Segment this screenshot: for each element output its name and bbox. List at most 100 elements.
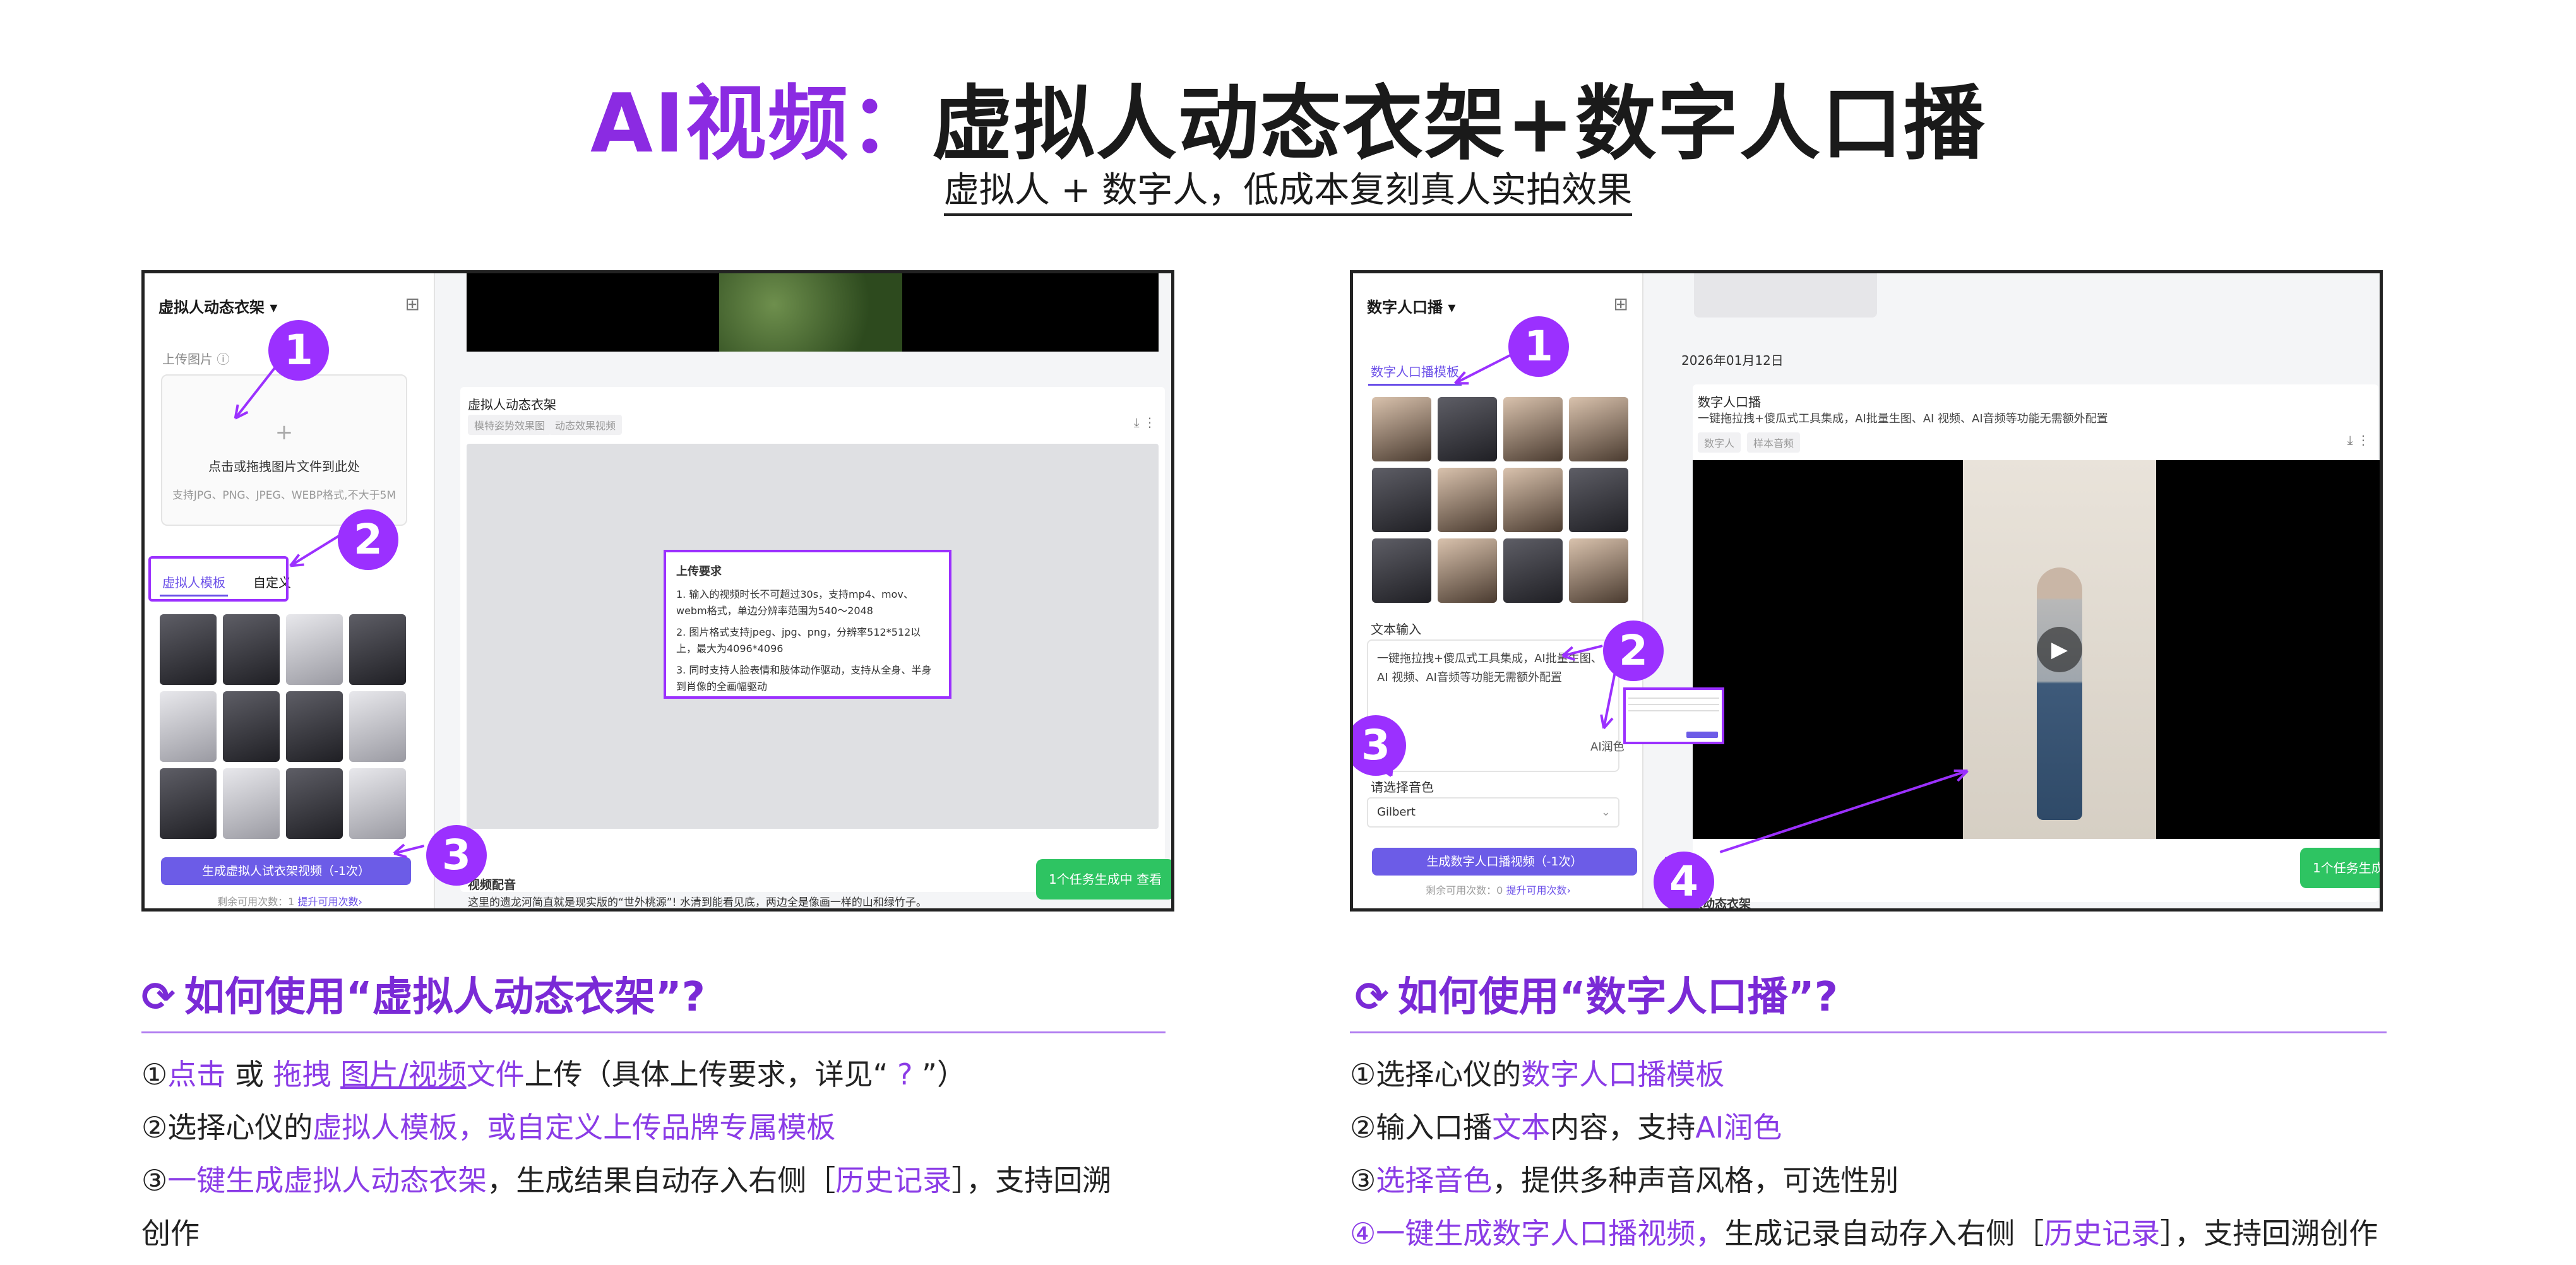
upload-label: 上传图片 ⓘ [162,352,230,367]
template-thumbnail[interactable] [223,768,280,839]
template-thumbnail[interactable] [1372,538,1431,603]
refresh-icon: ⟳ [1355,974,1389,1021]
upgrade-link[interactable]: 提升可用次数› [1506,884,1570,896]
grid-icon[interactable]: ⊞ [405,294,420,314]
sidebar-title-dropdown[interactable]: 数字人口播 ▾ [1367,295,1455,317]
title-accent: AI视频： [590,77,932,171]
template-thumbnail[interactable] [286,768,343,839]
template-thumbnail[interactable] [160,691,217,762]
step-badge-2: 2 [338,509,398,570]
video-player[interactable]: ▶ [1693,460,2380,839]
step-highlight: 选择音色 [1376,1163,1493,1197]
left-step-2: ②选择心仪的虚拟人模板，或自定义上传品牌专属模板 [141,1101,1177,1154]
left-heading-text: 如何使用“虚拟人动态衣架”? [184,974,705,1021]
step-highlight: 一键生成虚拟人动态衣架 [167,1163,487,1197]
sidebar-title-dropdown[interactable]: 虚拟人动态衣架 ▾ [158,295,277,317]
presenter-figure [2037,567,2082,820]
template-thumbnail[interactable] [223,614,280,685]
popup-confirm-button[interactable] [1686,732,1718,738]
step-highlight: 历史记录 [835,1163,952,1197]
template-thumbnail[interactable] [1438,468,1497,532]
step-text: 上传（具体上传要求，详见“ [524,1057,888,1091]
left-step-3: ③一键生成虚拟人动态衣架，生成结果自动存入右侧［历史记录］，支持回溯 [141,1154,1177,1207]
step-badge-3: 3 [426,825,487,886]
step-badge-1: 1 [268,320,329,381]
step-highlight: 图片/视频 [340,1057,467,1091]
generate-digital-video-button[interactable]: 生成数字人口播视频（-1次） [1372,848,1637,876]
grid-icon[interactable]: ⊞ [1614,294,1628,314]
template-thumbnail[interactable] [160,768,217,839]
task-status-pill[interactable]: 1个任务生成中 查看 [2300,848,2380,888]
template-thumbnail[interactable] [160,614,217,685]
upload-requirements-popup: 上传要求 1. 输入的视频时长不可超过30s，支持mp4、mov、webm格式，… [664,550,951,699]
requirement-item: 3. 同时支持人脸表情和肢体动作驱动，支持从全身、半身到肖像的全画幅驱动 [676,664,932,692]
play-icon[interactable]: ▶ [2037,627,2082,672]
left-divider [141,1031,1166,1033]
ai-polish-button[interactable]: AI润色 [1590,738,1625,754]
template-thumbnail[interactable] [349,768,406,839]
dubbing-text: 这里的遗龙河简直就是现实版的“世外桃源”! 水清到能看见底，两边全是像画一样的山… [468,896,927,909]
step-highlight: 数字人口播模板 [1521,1057,1725,1091]
right-screenshot: 数字人口播 ▾ ⊞ 数字人口播模板 文本输入 一键拖拉拽+傻瓜式工具集成，AI批… [1350,270,2383,912]
download-more-icons[interactable]: ⤓ ⋮ [1134,415,1156,430]
requirement-item: 2. 图片格式支持jpeg、jpg、png，分辨率512*512以上，最大为40… [676,626,921,655]
step-highlight: 文本 [1492,1110,1551,1144]
template-thumbnail[interactable] [349,614,406,685]
pill-dynamic-video[interactable]: 动态效果视频 [549,415,623,435]
pill-digital-human[interactable]: 数字人 [1698,432,1741,453]
step-highlight: 文件 [466,1057,525,1091]
step-badge-4: 4 [1654,852,1714,908]
template-thumbnail[interactable] [1503,468,1563,532]
template-thumbnail[interactable] [1372,468,1431,532]
left-screenshot: 虚拟人动态衣架 ▾ ⊞ 上传图片 ⓘ + 点击或拖拽图片文件到此处 支持JPG、… [141,270,1174,912]
title-main: 虚拟人动态衣架+数字人口播 [931,77,1986,171]
left-step-3-cont: 创作 [141,1216,200,1250]
template-tabs: 数字人口播模板 [1368,358,1462,386]
template-thumbnail[interactable] [1569,468,1628,532]
step-highlight: ? [888,1057,922,1091]
step-text: ”） [922,1057,966,1091]
task-status-pill[interactable]: 1个任务生成中 查看 [1036,859,1171,900]
pill-pose-image[interactable]: 模特姿势效果图 [468,415,552,435]
right-step-1: ①选择心仪的数字人口播模板 [1350,1048,2436,1101]
template-thumbnail[interactable] [223,691,280,762]
right-step-3: ③选择音色，提供多种声音风格，可选性别 [1350,1154,2436,1207]
template-thumbnail[interactable] [286,691,343,762]
template-thumbnail[interactable] [1438,538,1497,603]
template-thumbnail[interactable] [349,691,406,762]
download-more-icons[interactable]: ⤓ ⋮ [2347,432,2370,448]
step-text: ③ [141,1163,168,1197]
generate-virtual-video-button[interactable]: 生成虚拟人试衣架视频（-1次） [161,857,411,885]
right-sidebar: 数字人口播 ▾ ⊞ 数字人口播模板 文本输入 一键拖拉拽+傻瓜式工具集成，AI批… [1353,273,1643,908]
tab-digital-template[interactable]: 数字人口播模板 [1368,358,1462,386]
right-divider [1350,1031,2387,1033]
template-thumbnail[interactable] [1438,397,1497,461]
previous-result-thumb [1694,273,1877,318]
popup-line [1628,698,1719,699]
right-step-2: ②输入口播文本内容，支持AI润色 [1350,1101,2436,1154]
tab-highlight-box [148,556,289,602]
ai-polish-popup[interactable] [1623,687,1724,744]
voice-label: 请选择音色 [1371,780,1434,795]
card-title: 虚拟人动态衣架 [468,397,556,412]
voice-select[interactable]: Gilbert ⌄ [1367,797,1619,828]
step-text: ，提供多种声音风格，可选性别 [1492,1163,1899,1197]
step-text: ］，支持回溯创作 [2160,1216,2378,1250]
template-thumbnail[interactable] [1569,397,1628,461]
step-text: ］，支持回溯 [951,1163,1112,1197]
template-thumbnail[interactable] [1503,397,1563,461]
template-thumbnail[interactable] [286,614,343,685]
chevron-down-icon: ⌄ [1601,805,1611,819]
template-thumbnail[interactable] [1503,538,1563,603]
pill-sample-audio[interactable]: 样本音频 [1747,432,1801,453]
template-thumbnail[interactable] [1569,538,1628,603]
video-frame-plant [719,273,902,352]
upload-dropzone[interactable]: + 点击或拖拽图片文件到此处 支持JPG、PNG、JPEG、WEBP格式,不大于… [161,374,407,526]
video-preview[interactable] [467,273,1159,352]
result-card: 数字人口播 一键拖拉拽+傻瓜式工具集成，AI批量生图、AI 视频、AI音频等功能… [1693,384,2380,902]
upgrade-link[interactable]: 提升可用次数› [297,896,362,908]
requirement-item: 1. 输入的视频时长不可超过30s，支持mp4、mov、webm格式，单边分辨率… [676,588,914,617]
step-badge-1: 1 [1508,316,1569,377]
step-text: ，生成结果自动存入右侧［ [487,1163,836,1197]
template-thumbnail[interactable] [1372,397,1431,461]
